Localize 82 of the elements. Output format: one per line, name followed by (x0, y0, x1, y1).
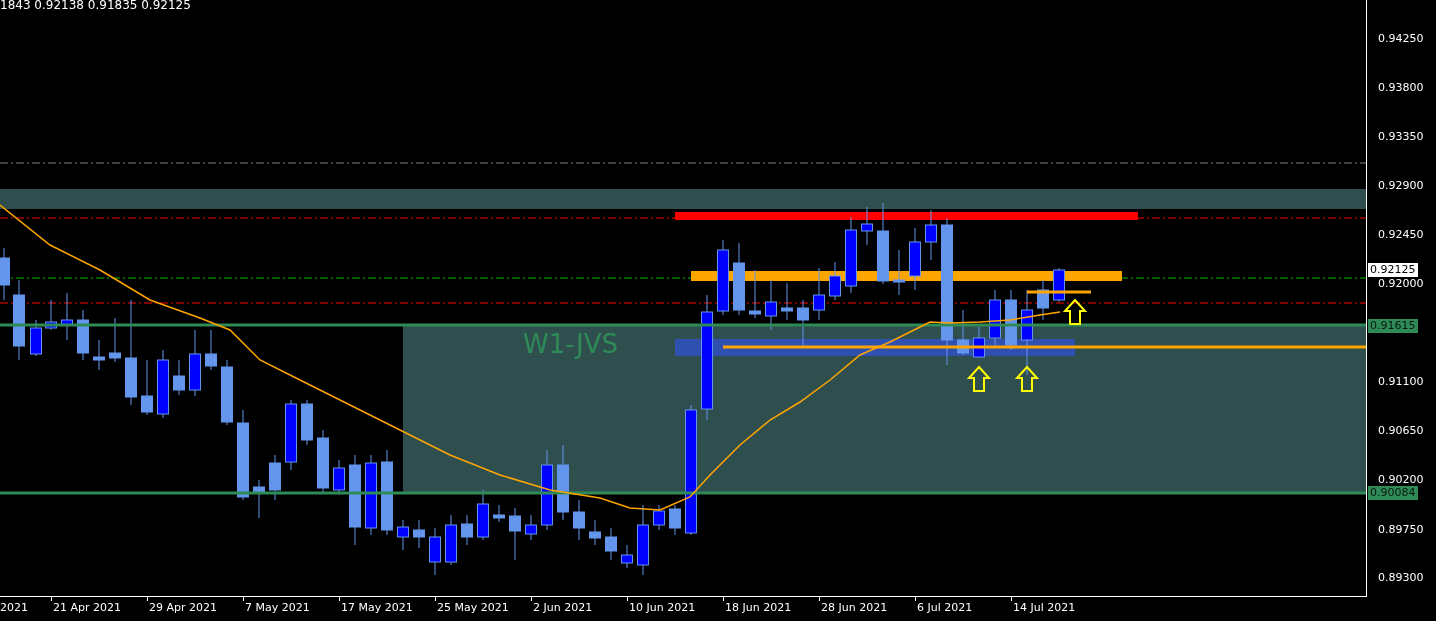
ohlc-readout: 1843 0.92138 0.91835 0.92125 (0, 0, 191, 13)
candlestick (765, 279, 777, 331)
candlestick (429, 527, 441, 576)
candlestick (317, 429, 329, 493)
date-label: 10 Jun 2021 (629, 601, 696, 615)
candlestick (1005, 289, 1017, 351)
price-tick-label: 0.92000 (1378, 277, 1424, 291)
price-tick-label: 0.92900 (1378, 179, 1424, 193)
up-arrow-icon (966, 365, 992, 392)
date-label: 29 Apr 2021 (149, 601, 217, 615)
date-label: 2 Jun 2021 (533, 601, 593, 615)
candlestick (445, 514, 457, 566)
candlestick (589, 519, 601, 546)
date-label: 14 Jul 2021 (1013, 601, 1076, 615)
price-marker: 0.91615 (1368, 319, 1418, 333)
candlestick (797, 299, 809, 346)
candlestick (77, 309, 89, 361)
candlestick (509, 507, 521, 561)
horizontal-level-line (1027, 290, 1091, 294)
price-marker: 0.92125 (1368, 263, 1418, 277)
candlestick (989, 289, 1001, 346)
candlestick (925, 209, 937, 261)
date-label: 2021 (0, 601, 28, 615)
candlestick (493, 504, 505, 523)
price-tick-label: 0.90200 (1378, 473, 1424, 487)
price-tick-label: 0.90650 (1378, 424, 1424, 438)
candlestick (1053, 267, 1065, 303)
price-tick-label: 0.92450 (1378, 228, 1424, 242)
zone-label: W1-JVS (523, 328, 619, 360)
candlestick (157, 349, 169, 419)
candlestick (477, 489, 489, 541)
price-tick-label: 0.91100 (1378, 375, 1424, 389)
candlestick (253, 479, 265, 519)
date-label: 25 May 2021 (437, 601, 509, 615)
date-label: 18 Jun 2021 (725, 601, 792, 615)
candlestick (285, 399, 297, 471)
candlestick (397, 519, 409, 551)
candlestick (861, 206, 873, 246)
candlestick (573, 499, 585, 541)
price-tick-label: 0.94250 (1378, 32, 1424, 46)
candlestick (621, 544, 633, 569)
candlestick (173, 359, 185, 396)
candlestick (221, 359, 233, 426)
candlestick (141, 359, 153, 416)
candlestick (909, 227, 921, 291)
candlestick (0, 247, 10, 301)
price-tick-label: 0.89300 (1378, 571, 1424, 585)
candlestick (413, 519, 425, 549)
candlestick (813, 267, 825, 321)
candlestick (461, 514, 473, 546)
candlestick (893, 249, 905, 296)
candlestick (829, 261, 841, 301)
candlestick (93, 339, 105, 371)
candlestick (781, 282, 793, 321)
candlestick (205, 329, 217, 371)
candlestick (269, 454, 281, 501)
price-tick-label: 0.93350 (1378, 130, 1424, 144)
candlestick (653, 504, 665, 531)
candlestick (749, 269, 761, 319)
up-arrow-icon (1062, 298, 1088, 325)
candlestick (525, 514, 537, 541)
candlestick (61, 292, 73, 341)
date-label: 17 May 2021 (341, 601, 413, 615)
candlestick (957, 309, 969, 356)
candlestick (605, 527, 617, 561)
candlestick (973, 326, 985, 359)
candlestick (45, 299, 57, 331)
candlestick (109, 317, 121, 363)
candlestick (1037, 279, 1049, 321)
date-label: 21 Apr 2021 (53, 601, 121, 615)
price-tick-label: 0.93800 (1378, 81, 1424, 95)
candlestick (301, 399, 313, 446)
up-arrow-icon (1014, 365, 1040, 392)
candlestick (189, 329, 201, 397)
candlestick (637, 504, 649, 576)
price-tick-label: 0.89750 (1378, 523, 1424, 537)
date-label: 6 Jul 2021 (917, 601, 973, 615)
price-marker: 0.90084 (1368, 486, 1418, 500)
date-label: 7 May 2021 (245, 601, 310, 615)
date-label: 28 Jun 2021 (821, 601, 888, 615)
candlestick (669, 504, 681, 536)
candlestick (30, 319, 42, 357)
